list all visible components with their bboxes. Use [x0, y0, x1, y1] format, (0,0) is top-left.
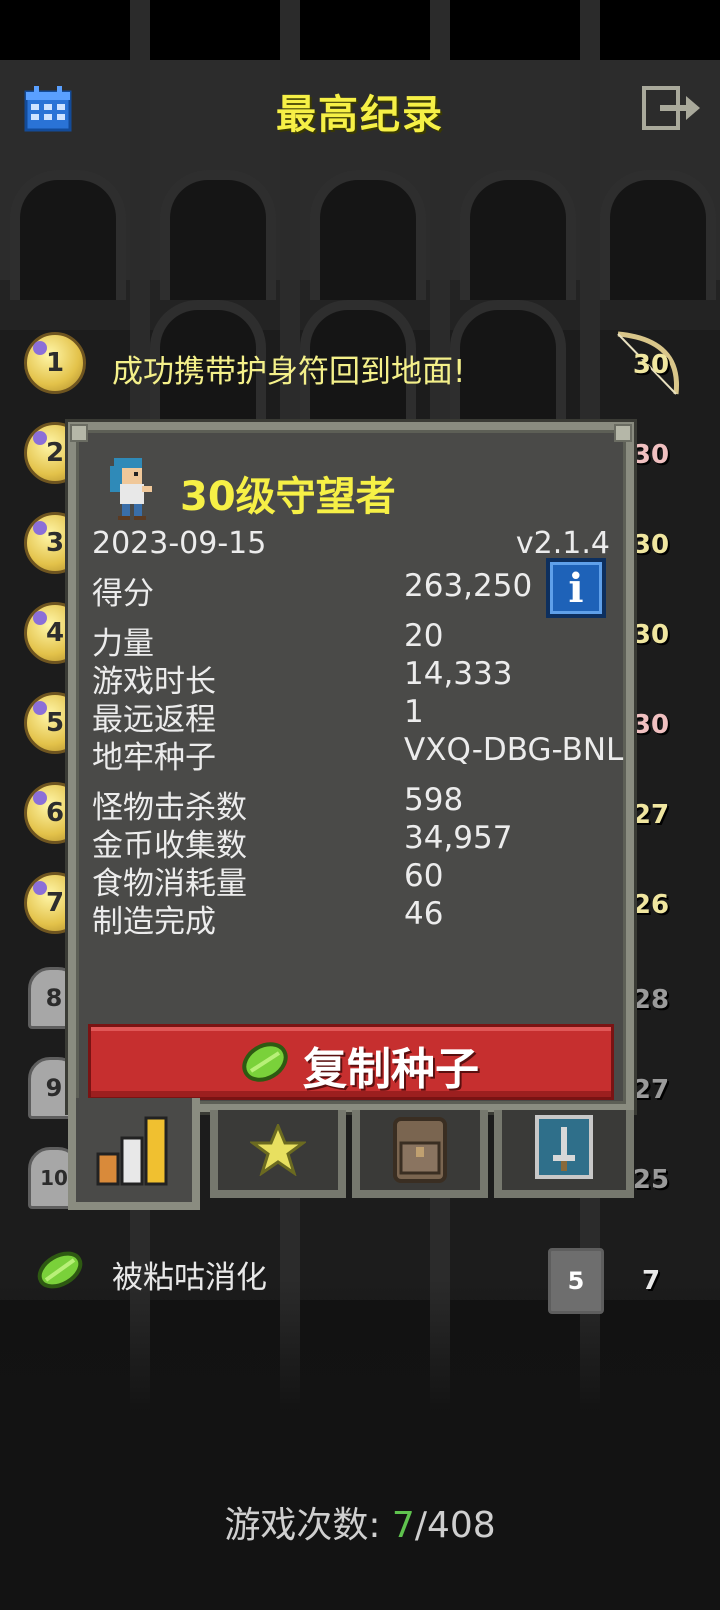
- ranking-description: 成功携带护身符回到地面!: [112, 354, 466, 390]
- background-fade: [0, 1280, 720, 1610]
- background-arch: [10, 170, 126, 300]
- corner-rivet: [614, 424, 632, 442]
- corner-rivet: [70, 424, 88, 442]
- games-won-count: 7: [391, 1505, 415, 1546]
- score-value: 263,250: [404, 568, 533, 604]
- seed-icon: [37, 1251, 83, 1289]
- record-date: 2023-09-15: [92, 526, 267, 561]
- dungeon-seed-value: VXQ-DBG-BNL: [404, 732, 624, 768]
- gold-collected-value: 34,957: [404, 820, 513, 856]
- ranking-row[interactable]: 1 成功携带护身符回到地面! 30: [0, 330, 720, 410]
- sword-banner-icon: [535, 1115, 593, 1179]
- background-arch: [600, 170, 716, 300]
- copy-seed-button[interactable]: 复制种子: [88, 1024, 614, 1100]
- food-eaten-value: 60: [404, 858, 444, 894]
- background-arch: [460, 170, 576, 300]
- copy-seed-label: 复制种子: [303, 1044, 479, 1095]
- bar-chart-icon: [96, 1116, 168, 1186]
- tab-stats[interactable]: [68, 1098, 200, 1210]
- depth-stairs-icon: 5: [548, 1248, 604, 1314]
- game-version: v2.1.4: [515, 526, 610, 561]
- hero-title: 30级守望者: [180, 474, 396, 520]
- ranking-level: 30: [632, 350, 670, 380]
- background-arch: [160, 170, 276, 300]
- exit-icon[interactable]: [642, 86, 702, 130]
- game-record-dialog: 30级守望者 2023-09-15 v2.1.4 得分 263,250 i 力量…: [68, 422, 634, 1112]
- dungeon-seed-label: 地牢种子: [92, 740, 216, 776]
- games-played-count: 游戏次数: 7/408: [0, 1496, 720, 1548]
- warden-hero-sprite: [110, 458, 152, 520]
- background-arch: [310, 170, 426, 300]
- latest-game-level: 7: [641, 1266, 661, 1296]
- latest-game-description: 被粘咕消化: [112, 1260, 267, 1296]
- tab-badges[interactable]: [210, 1110, 346, 1198]
- tab-challenges[interactable]: [494, 1110, 634, 1198]
- play-time-value: 14,333: [404, 656, 513, 692]
- strength-value: 20: [404, 618, 444, 654]
- seed-icon: [242, 1042, 288, 1082]
- backpack-icon: [393, 1117, 447, 1183]
- page-title: 最高纪录: [276, 92, 444, 138]
- furthest-return-value: 1: [404, 694, 424, 730]
- info-button[interactable]: i: [546, 558, 606, 618]
- monsters-killed-value: 598: [404, 782, 464, 818]
- star-icon: [250, 1124, 306, 1176]
- games-total-count: /408: [414, 1505, 496, 1546]
- items-crafted-value: 46: [404, 896, 444, 932]
- gold-medal-icon: 1: [24, 332, 86, 394]
- games-played-label: 游戏次数:: [224, 1505, 392, 1546]
- items-crafted-label: 制造完成: [92, 904, 216, 940]
- score-label: 得分: [92, 576, 154, 612]
- tab-items[interactable]: [352, 1110, 488, 1198]
